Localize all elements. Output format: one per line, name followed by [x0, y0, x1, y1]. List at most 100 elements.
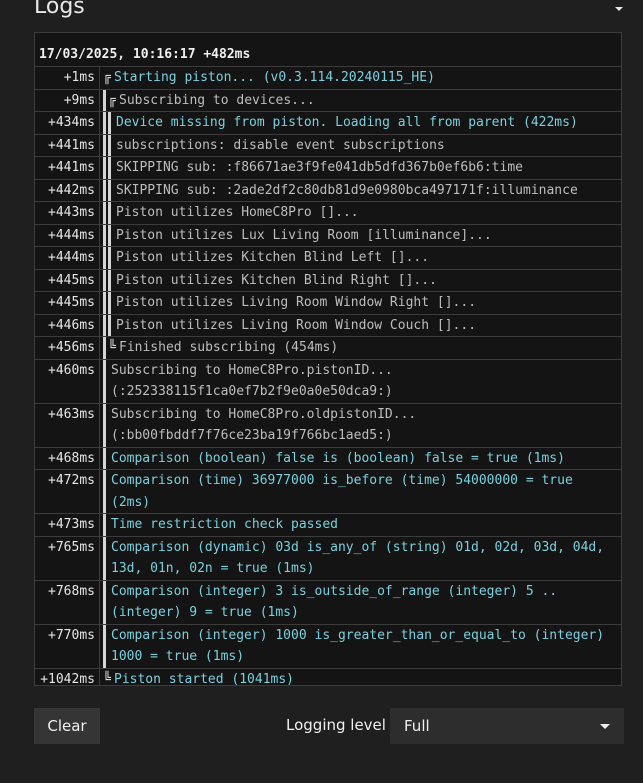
log-row-message: Comparison (dynamic) 03d is_any_of (stri… — [111, 539, 605, 577]
log-row-message: Piston utilizes HomeC8Pro []... — [116, 205, 359, 220]
log-row: +473ms Time restriction check passed — [35, 514, 621, 537]
log-row-message: Comparison (integer) 3 is_outside_of_ran… — [111, 583, 558, 621]
log-row-indent — [100, 202, 113, 224]
log-row-indent — [100, 224, 113, 246]
nesting-bar — [103, 624, 106, 668]
log-row-message: Time restriction check passed — [111, 517, 338, 532]
log-row: +443ms Piston utilizes HomeC8Pro []... — [35, 202, 621, 225]
logging-level-label: Logging level — [286, 716, 386, 734]
nesting-bar — [103, 580, 106, 624]
tree-branch-icon: ╔ — [108, 92, 116, 108]
tree-branch-icon: ╚ — [103, 671, 111, 686]
caret-down-icon — [600, 723, 610, 729]
log-row: +770ms Comparison (integer) 1000 is_great… — [35, 624, 621, 669]
log-row-indent — [100, 514, 108, 536]
log-row-indent — [100, 269, 113, 291]
nesting-bar — [103, 202, 106, 224]
log-row-timestamp: +446ms — [35, 314, 100, 336]
log-row-message: Piston utilizes Living Room Window Right… — [116, 295, 477, 310]
log-row-message: Comparison (boolean) false is (boolean) … — [111, 450, 565, 466]
nesting-bar — [108, 314, 111, 336]
log-row-timestamp: +472ms — [35, 470, 100, 513]
nesting-bar — [108, 179, 111, 201]
log-row-message: Subscribing to HomeC8Pro.oldpistonID... … — [111, 406, 417, 444]
nesting-bar — [108, 292, 111, 314]
log-row-timestamp: +768ms — [35, 580, 100, 624]
page-title: Logs — [34, 0, 85, 19]
log-panel[interactable]: 17/03/2025, 10:16:17 +482ms +1ms ╔ Startin… — [34, 32, 622, 686]
log-row-timestamp: +473ms — [35, 514, 100, 536]
log-row: +468ms Comparison (boolean) false is (boo… — [35, 447, 621, 470]
log-row: +9ms ╔ Subscribing to devices... — [35, 89, 621, 112]
log-row-message: Subscribing to HomeC8Pro.pistonID... (:2… — [111, 362, 393, 400]
log-row-indent — [100, 624, 108, 668]
log-row-message: Piston utilizes Kitchen Blind Left []... — [116, 250, 430, 265]
clear-button[interactable]: Clear — [34, 708, 100, 744]
log-row: +463ms Subscribing to HomeC8Pro.oldpiston… — [35, 403, 621, 448]
chevron-down-icon[interactable] — [614, 4, 624, 14]
log-row-message: SKIPPING sub: :f86671ae3f9fe041db5dfd367… — [116, 160, 523, 175]
log-row-indent — [100, 247, 113, 269]
log-row: +445ms Piston utilizes Kitchen Blind Righ… — [35, 269, 621, 292]
nesting-bar — [103, 134, 106, 156]
log-row-indent — [100, 314, 113, 336]
logging-level-select[interactable]: Full — [390, 708, 624, 744]
log-row: +472ms Comparison (time) 36977000 is_befo… — [35, 470, 621, 514]
nesting-bar — [108, 224, 111, 246]
nesting-bar — [103, 224, 106, 246]
log-row-message: Comparison (integer) 1000 is_greater_tha… — [111, 627, 605, 665]
nesting-bar — [103, 447, 106, 469]
log-row-indent — [100, 359, 108, 403]
log-row-indent — [100, 536, 108, 580]
log-row: +441ms SKIPPING sub: :f86671ae3f9fe041db5… — [35, 157, 621, 180]
log-row-timestamp: +1ms — [35, 67, 100, 89]
nesting-bar — [103, 247, 106, 269]
nesting-bar — [103, 514, 106, 536]
log-row-timestamp: +434ms — [35, 112, 100, 134]
log-row: +1ms ╔ Starting piston... (v0.3.114.202401… — [35, 67, 621, 90]
log-row: +446ms Piston utilizes Living Room Window… — [35, 314, 621, 337]
log-row-timestamp: +444ms — [35, 247, 100, 269]
log-row: +456ms ╚ Finished subscribing (454ms) — [35, 337, 621, 360]
nesting-bar — [103, 292, 106, 314]
log-row-message: Subscribing to devices... — [119, 92, 315, 108]
log-row: +1042ms ╚ Piston started (1041ms) — [35, 668, 621, 686]
log-row-timestamp: +445ms — [35, 269, 100, 291]
nesting-bar — [108, 202, 111, 224]
log-row: +460ms Subscribing to HomeC8Pro.pistonID.… — [35, 359, 621, 404]
log-row-timestamp: +468ms — [35, 447, 100, 469]
log-row-indent — [100, 134, 113, 156]
log-row-timestamp: +460ms — [35, 359, 100, 403]
log-row-message: Piston utilizes Living Room Window Couch… — [116, 317, 477, 333]
log-row-message: Finished subscribing (454ms) — [119, 340, 339, 355]
log-row-timestamp: +9ms — [35, 89, 100, 111]
log-row-timestamp: +456ms — [35, 337, 100, 359]
nesting-bar — [103, 179, 106, 201]
log-row-indent — [100, 447, 108, 469]
log-row-message: Starting piston... (v0.3.114.20240115_HE… — [114, 70, 435, 85]
log-row-message: Comparison (time) 36977000 is_before (ti… — [111, 473, 573, 510]
nesting-bar — [103, 314, 106, 336]
log-row-indent: ╚ — [100, 337, 116, 359]
log-row-message: Piston utilizes Kitchen Blind Right []..… — [116, 272, 437, 288]
log-session-timestamp: 17/03/2025, 10:16:17 +482ms — [35, 33, 621, 67]
nesting-bar — [108, 157, 111, 179]
nesting-bar — [103, 89, 106, 111]
log-row-message: Piston started (1041ms) — [114, 671, 295, 686]
log-row: +434ms Device missing from piston. Loadin… — [35, 112, 621, 135]
nesting-bar — [103, 470, 106, 513]
log-row-timestamp: +441ms — [35, 134, 100, 156]
log-row: +768ms Comparison (integer) 3 is_outside_… — [35, 580, 621, 625]
logging-level-value: Full — [404, 717, 430, 735]
log-row-indent — [100, 179, 113, 201]
log-row: +442ms SKIPPING sub: :2ade2df2c80db81d9e0… — [35, 179, 621, 202]
nesting-bar — [103, 112, 106, 134]
log-row-timestamp: +441ms — [35, 157, 100, 179]
log-row-indent: ╔ — [100, 67, 111, 89]
log-row-indent — [100, 292, 113, 314]
log-row: +765ms Comparison (dynamic) 03d is_any_of… — [35, 536, 621, 581]
log-row-indent: ╚ — [100, 669, 111, 686]
log-row-indent — [100, 470, 108, 513]
log-row-indent — [100, 580, 108, 624]
log-row-message: Device missing from piston. Loading all … — [116, 115, 578, 130]
